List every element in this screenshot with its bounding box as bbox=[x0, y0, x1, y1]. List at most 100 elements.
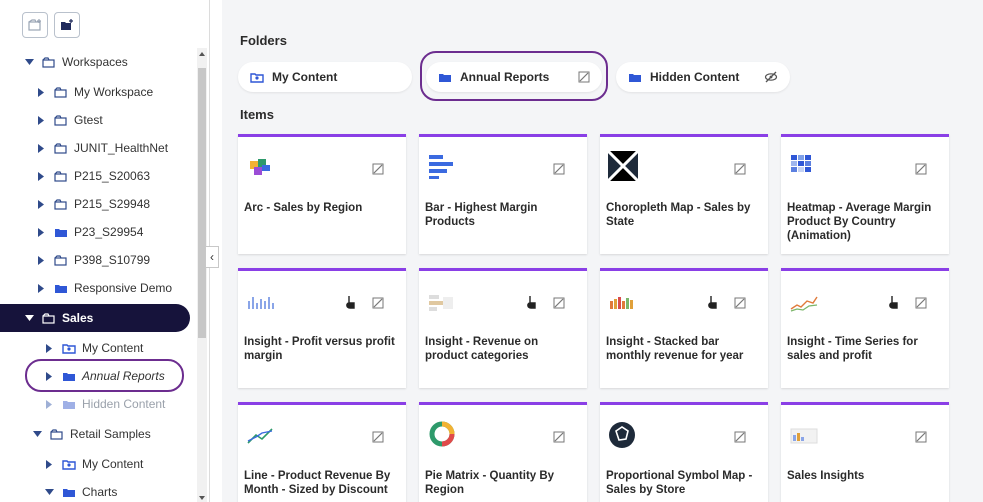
new-folder-button[interactable] bbox=[54, 12, 80, 38]
new-workspace-button[interactable] bbox=[22, 12, 48, 38]
workspace-icon bbox=[54, 170, 68, 182]
chevron-left-icon: ‹ bbox=[210, 250, 214, 264]
folder-hidden-content[interactable]: Hidden Content bbox=[616, 62, 790, 92]
workspace-icon bbox=[54, 254, 68, 266]
item-card[interactable]: Line - Product Revenue By Month - Sized … bbox=[238, 402, 406, 502]
edit-icon[interactable] bbox=[915, 297, 927, 312]
tree-item-sales[interactable]: Sales bbox=[0, 304, 190, 332]
tree-item-gtest[interactable]: Gtest bbox=[0, 106, 196, 134]
folder-icon bbox=[438, 72, 452, 83]
edit-icon[interactable] bbox=[372, 297, 384, 312]
scroll-up-icon[interactable] bbox=[199, 52, 205, 56]
item-title: Choropleth Map - Sales by State bbox=[606, 202, 751, 228]
workspace-icon bbox=[42, 312, 56, 324]
chevron-down-icon[interactable] bbox=[24, 313, 34, 323]
tree-item-label: Retail Samples bbox=[70, 427, 151, 441]
item-card[interactable]: Heatmap - Average Margin Product By Coun… bbox=[781, 134, 949, 254]
tree-item-my-workspace[interactable]: My Workspace bbox=[0, 78, 196, 106]
item-card[interactable]: Insight - Stacked bar monthly revenue fo… bbox=[600, 268, 768, 388]
touch-icon[interactable] bbox=[525, 295, 537, 312]
edit-icon[interactable] bbox=[553, 163, 565, 178]
item-title: Sales Insights bbox=[787, 470, 865, 482]
item-card[interactable]: Proportional Symbol Map - Sales by Store bbox=[600, 402, 768, 502]
tree-item-label: Sales bbox=[62, 311, 94, 325]
hidden-eye-icon[interactable] bbox=[764, 71, 778, 86]
touch-icon[interactable] bbox=[706, 295, 718, 312]
tree-item-p215-s20063[interactable]: P215_S20063 bbox=[0, 162, 196, 190]
item-card[interactable]: Insight - Revenue on product categories bbox=[419, 268, 587, 388]
chevron-right-icon[interactable] bbox=[36, 199, 46, 209]
touch-icon[interactable] bbox=[344, 295, 356, 312]
tree-item-label: Charts bbox=[82, 485, 118, 499]
edit-icon[interactable] bbox=[372, 431, 384, 446]
tree-item-p398-s10799[interactable]: P398_S10799 bbox=[0, 246, 196, 274]
tree-item-label: Workspaces bbox=[62, 55, 128, 69]
tree-item-junit-healthnet[interactable]: JUNIT_HealthNet bbox=[0, 134, 196, 162]
chevron-right-icon[interactable] bbox=[36, 87, 46, 97]
sidebar-scrollbar[interactable] bbox=[197, 48, 207, 502]
folder-my-content[interactable]: My Content bbox=[238, 62, 412, 92]
chevron-down-icon[interactable] bbox=[32, 429, 42, 439]
workspace-icon bbox=[50, 428, 64, 440]
folder-annual-reports[interactable]: Annual Reports bbox=[426, 62, 602, 92]
tree-item-retail-samples[interactable]: Retail Samples bbox=[0, 420, 196, 448]
touch-icon[interactable] bbox=[887, 295, 899, 312]
chevron-down-icon[interactable] bbox=[24, 57, 34, 67]
item-title: Arc - Sales by Region bbox=[244, 202, 363, 214]
edit-icon[interactable] bbox=[915, 163, 927, 178]
tree-item-annual-reports[interactable]: Annual Reports bbox=[0, 362, 196, 390]
chevron-right-icon[interactable] bbox=[36, 143, 46, 153]
chevron-down-icon[interactable] bbox=[44, 487, 54, 497]
chevron-right-icon[interactable] bbox=[36, 255, 46, 265]
chevron-right-icon[interactable] bbox=[44, 399, 54, 409]
workspace-icon bbox=[54, 86, 68, 98]
edit-icon[interactable] bbox=[734, 297, 746, 312]
chevron-right-icon[interactable] bbox=[36, 227, 46, 237]
item-card[interactable]: Insight - Profit versus profit margin bbox=[238, 268, 406, 388]
scroll-down-icon[interactable] bbox=[199, 496, 205, 500]
item-card[interactable]: Bar - Highest Margin Products bbox=[419, 134, 587, 254]
edit-icon[interactable] bbox=[553, 431, 565, 446]
scrollbar-thumb[interactable] bbox=[198, 68, 206, 338]
edit-icon[interactable] bbox=[553, 297, 565, 312]
tree-item-sales-my-content[interactable]: My Content bbox=[0, 334, 196, 362]
chevron-right-icon[interactable] bbox=[36, 283, 46, 293]
tree-item-p215-s29948[interactable]: P215_S29948 bbox=[0, 190, 196, 218]
tree-item-charts[interactable]: Charts bbox=[0, 478, 196, 502]
tree-item-label: My Content bbox=[82, 457, 144, 471]
workspace-icon bbox=[54, 142, 68, 154]
new-folder-icon bbox=[61, 19, 73, 30]
tree-item-hidden-content[interactable]: Hidden Content bbox=[0, 390, 196, 418]
bar-chart-icon bbox=[429, 155, 453, 179]
tree-item-workspaces[interactable]: Workspaces bbox=[0, 48, 196, 76]
item-card[interactable]: Choropleth Map - Sales by State bbox=[600, 134, 768, 254]
chevron-right-icon[interactable] bbox=[44, 459, 54, 469]
item-card[interactable]: Pie Matrix - Quantity By Region bbox=[419, 402, 587, 502]
tree-item-retail-my-content[interactable]: My Content bbox=[0, 450, 196, 478]
insight-icon bbox=[610, 297, 633, 309]
tree-item-responsive-demo[interactable]: Responsive Demo bbox=[0, 274, 196, 302]
edit-icon[interactable] bbox=[734, 431, 746, 446]
heatmap-icon bbox=[791, 155, 811, 172]
my-content-icon bbox=[62, 459, 76, 470]
tree-item-label: P398_S10799 bbox=[74, 253, 151, 267]
tree-item-label: P23_S29954 bbox=[74, 225, 144, 239]
chevron-right-icon[interactable] bbox=[36, 115, 46, 125]
chevron-right-icon[interactable] bbox=[36, 171, 46, 181]
new-workspace-icon bbox=[28, 19, 41, 31]
tree-item-p23-s29954[interactable]: P23_S29954 bbox=[0, 218, 196, 246]
edit-icon[interactable] bbox=[372, 163, 384, 178]
item-card[interactable]: Sales Insights bbox=[781, 402, 949, 502]
folder-icon bbox=[54, 283, 68, 294]
folder-icon bbox=[628, 72, 642, 83]
chevron-right-icon[interactable] bbox=[44, 343, 54, 353]
edit-icon[interactable] bbox=[915, 431, 927, 446]
item-card[interactable]: Arc - Sales by Region bbox=[238, 134, 406, 254]
chevron-right-icon[interactable] bbox=[44, 371, 54, 381]
edit-icon[interactable] bbox=[578, 71, 590, 86]
item-title: Heatmap - Average Margin Product By Coun… bbox=[787, 202, 932, 242]
edit-icon[interactable] bbox=[734, 163, 746, 178]
item-card[interactable]: Insight - Time Series for sales and prof… bbox=[781, 268, 949, 388]
tree-item-label: Responsive Demo bbox=[74, 281, 173, 295]
collapse-sidebar-button[interactable]: ‹ bbox=[205, 246, 219, 268]
